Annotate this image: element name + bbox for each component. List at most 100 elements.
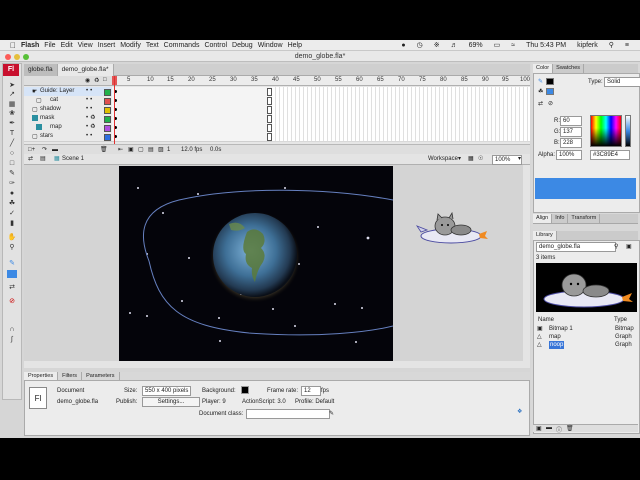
eye-icon[interactable]: ◉	[85, 77, 90, 84]
tab-properties[interactable]: Properties	[24, 372, 59, 380]
chevron-down-icon[interactable]: ▾	[518, 154, 521, 165]
snap-icon[interactable]: ∩	[7, 326, 17, 334]
layer-toggles[interactable]: •♻	[86, 114, 97, 123]
zoom-window-button[interactable]	[23, 54, 29, 60]
menu-help[interactable]: Help	[288, 42, 302, 49]
pencil-icon[interactable]: ✎	[329, 410, 334, 417]
g-input[interactable]: 137	[560, 127, 582, 137]
menu-user[interactable]: kipferk	[577, 42, 598, 49]
zoom-icon[interactable]: ⚲	[7, 244, 17, 252]
layer-color-swatch[interactable]	[104, 134, 111, 141]
apple-icon[interactable]: 	[10, 41, 16, 50]
menu-file[interactable]: File	[44, 42, 55, 49]
playhead[interactable]	[114, 76, 115, 144]
back-icon[interactable]: ⇄	[28, 154, 33, 165]
swap-colors-icon[interactable]: ⇄	[7, 284, 17, 292]
empty-frames[interactable]	[272, 132, 530, 142]
settings-button[interactable]: Settings...	[142, 397, 200, 407]
stroke-swatch[interactable]	[546, 78, 554, 85]
tab-align[interactable]: Align	[533, 214, 553, 223]
eraser-icon[interactable]: ▮	[7, 220, 17, 228]
hex-input[interactable]: #3C89E4	[590, 150, 630, 160]
battery-icon[interactable]: ▭	[494, 41, 501, 49]
b-input[interactable]: 228	[560, 138, 582, 148]
brightness-slider[interactable]	[625, 115, 631, 147]
lock-icon[interactable]: ♻	[94, 77, 99, 84]
tab-filters[interactable]: Filters	[58, 372, 83, 380]
new-symbol-icon[interactable]: ▣	[536, 425, 542, 432]
alpha-input[interactable]: 100%	[556, 150, 582, 160]
type-select[interactable]: Solid	[604, 77, 640, 87]
menu-edit[interactable]: Edit	[61, 42, 73, 49]
stage[interactable]	[119, 166, 393, 361]
background-color-swatch[interactable]	[241, 386, 249, 394]
vertical-scrollbar[interactable]	[523, 165, 530, 368]
menu-commands[interactable]: Commands	[164, 42, 200, 49]
frame-span[interactable]	[112, 132, 272, 142]
fill-swatch[interactable]	[546, 88, 554, 95]
wifi-icon[interactable]: ≈	[511, 42, 515, 49]
battery-percent[interactable]: 69%	[469, 42, 483, 49]
edit-symbol-icon[interactable]: ☉	[478, 154, 483, 165]
help-icon[interactable]: ❖	[517, 408, 522, 415]
pen-icon[interactable]: ✒	[7, 120, 17, 128]
menu-clock[interactable]: Thu 5:43 PM	[526, 42, 566, 49]
tab-swatches[interactable]: Swatches	[553, 64, 585, 73]
line-icon[interactable]: ╱	[7, 140, 17, 148]
library-select[interactable]: demo_globe.fla	[536, 242, 616, 252]
free-transform-icon[interactable]: ▦	[7, 101, 17, 109]
delete-icon[interactable]: 🗑	[566, 425, 574, 432]
pin-icon[interactable]: ⚲	[614, 243, 618, 250]
no-color-icon[interactable]: ⊘	[548, 100, 553, 107]
layer-toggles[interactable]: •♻	[86, 123, 97, 132]
list-icon[interactable]: ≡	[625, 42, 629, 49]
oval-icon[interactable]: ○	[7, 150, 17, 158]
color-spectrum[interactable]	[590, 115, 622, 147]
layer-color-swatch[interactable]	[104, 116, 111, 123]
smooth-icon[interactable]: ∫	[7, 336, 17, 344]
cat-rocket[interactable]	[415, 204, 491, 254]
library-item[interactable]: △ map Graph	[535, 333, 636, 341]
tab-demo-globe[interactable]: demo_globe.fla*	[57, 64, 114, 76]
menu-control[interactable]: Control	[204, 42, 227, 49]
status-icon[interactable]: ●	[401, 42, 405, 49]
library-col-name[interactable]: Name	[538, 317, 554, 323]
layer-toggles[interactable]: ••	[86, 87, 94, 96]
arrow-icon[interactable]: ➤	[7, 82, 17, 90]
library-item[interactable]: ▣ Bitmap 1 Bitmap	[535, 325, 636, 333]
tab-info[interactable]: Info	[552, 214, 569, 223]
tab-parameters[interactable]: Parameters	[82, 372, 120, 380]
new-library-icon[interactable]: ▣	[626, 243, 632, 250]
size-button[interactable]: 550 x 400 pixels	[142, 386, 192, 396]
pencil-icon[interactable]: ✎	[7, 170, 17, 178]
menu-text[interactable]: Text	[146, 42, 159, 49]
paint-bucket-icon[interactable]: ☘	[538, 88, 543, 95]
frame-rate-input[interactable]: 12	[301, 386, 321, 396]
stroke-color-icon[interactable]: ✎	[7, 260, 17, 268]
edit-scene-icon[interactable]: ▦	[468, 154, 474, 165]
bluetooth-icon[interactable]: ※	[434, 41, 440, 49]
paint-bucket-icon[interactable]: ☘	[7, 200, 17, 208]
rect-icon[interactable]: □	[7, 160, 17, 168]
close-window-button[interactable]	[5, 54, 11, 60]
subselect-icon[interactable]: ↗	[7, 91, 17, 99]
new-folder-icon[interactable]: ▬	[546, 425, 552, 431]
tab-library[interactable]: Library	[533, 231, 557, 240]
scene-name[interactable]: Scene 1	[62, 154, 84, 165]
spotlight-icon[interactable]: ⚲	[609, 41, 614, 49]
menu-modify[interactable]: Modify	[120, 42, 141, 49]
frame-ruler[interactable]: 5 10 15 20 25 30 35 40 45 50 55 60 65 70…	[112, 76, 530, 86]
minimize-window-button[interactable]	[14, 54, 20, 60]
menu-debug[interactable]: Debug	[232, 42, 253, 49]
hand-icon[interactable]: ✋	[7, 234, 17, 242]
stroke-color-icon[interactable]: ✎	[538, 78, 543, 85]
layer-toggles[interactable]: ••	[86, 96, 94, 105]
brush-icon[interactable]: ✑	[7, 180, 17, 188]
text-icon[interactable]: T	[7, 130, 17, 138]
library-col-type[interactable]: Type	[614, 317, 627, 323]
clock-icon[interactable]: ◷	[417, 41, 423, 49]
workspace-menu[interactable]: Workspace	[428, 154, 458, 165]
r-input[interactable]: 60	[560, 116, 582, 126]
layer-color-swatch[interactable]	[104, 125, 111, 132]
eyedropper-icon[interactable]: ✓	[7, 210, 17, 218]
